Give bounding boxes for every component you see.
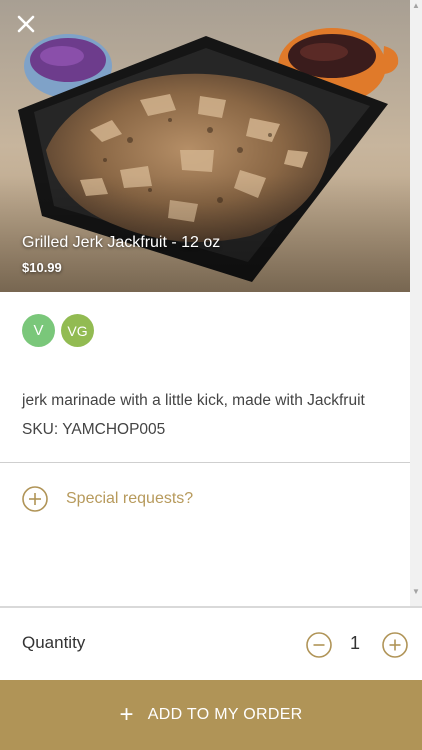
vegan-badge: VG bbox=[61, 314, 94, 347]
close-button[interactable] bbox=[12, 10, 40, 38]
add-to-order-button[interactable]: + ADD TO MY ORDER bbox=[0, 680, 422, 750]
plus-circle-icon bbox=[382, 632, 408, 658]
scrollbar[interactable]: ▲ ▼ bbox=[410, 0, 422, 606]
special-requests-button[interactable]: Special requests? bbox=[22, 486, 193, 512]
minus-circle-icon bbox=[306, 632, 332, 658]
diet-badges: V VG bbox=[22, 314, 94, 347]
quantity-label: Quantity bbox=[22, 633, 86, 652]
special-requests-label: Special requests? bbox=[66, 490, 194, 507]
increment-quantity-button[interactable] bbox=[382, 632, 408, 658]
vegetarian-badge: V bbox=[22, 314, 55, 347]
item-price: $10.99 bbox=[22, 260, 62, 275]
item-hero-image: Grilled Jerk Jackfruit - 12 oz $10.99 bbox=[0, 0, 410, 292]
add-to-order-label: ADD TO MY ORDER bbox=[147, 706, 303, 723]
plus-circle-icon bbox=[22, 486, 48, 512]
quantity-value: 1 bbox=[350, 633, 361, 653]
item-title: Grilled Jerk Jackfruit - 12 oz bbox=[22, 234, 221, 251]
scroll-up-arrow-icon[interactable]: ▲ bbox=[412, 2, 420, 10]
plus-icon: + bbox=[119, 701, 134, 728]
item-description: jerk marinade with a little kick, made w… bbox=[22, 392, 365, 438]
scroll-down-arrow-icon[interactable]: ▼ bbox=[412, 588, 420, 596]
item-detail-scroll-area[interactable]: Grilled Jerk Jackfruit - 12 oz $10.99 V … bbox=[0, 0, 410, 606]
quantity-row: Quantity 1 bbox=[0, 608, 422, 680]
close-icon bbox=[17, 15, 35, 33]
scrollbar-thumb[interactable] bbox=[412, 4, 420, 594]
decrement-quantity-button[interactable] bbox=[306, 632, 332, 658]
divider bbox=[0, 462, 410, 463]
